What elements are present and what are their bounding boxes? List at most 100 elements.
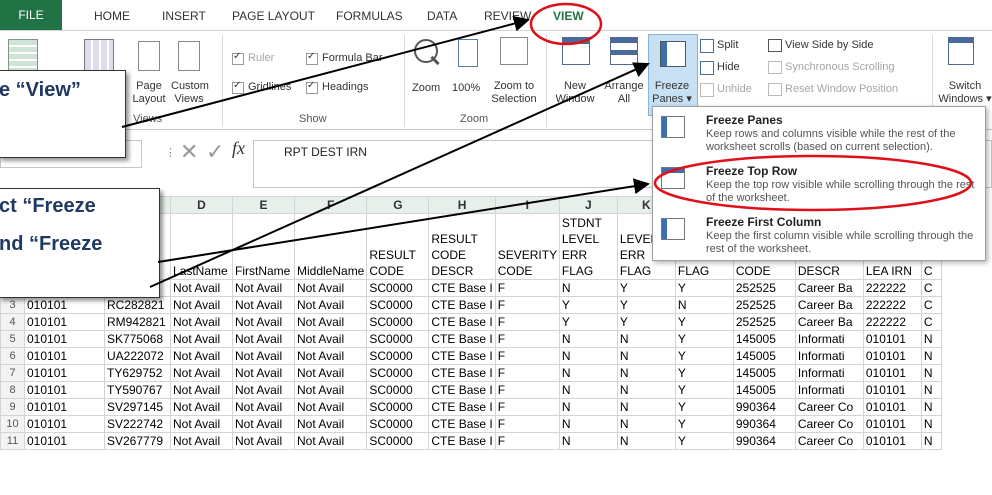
table-cell[interactable]: N — [558, 398, 618, 416]
table-cell[interactable]: Career Ba — [794, 313, 864, 331]
table-cell[interactable]: N — [558, 381, 618, 399]
table-cell[interactable]: SC0000 — [366, 330, 430, 348]
table-cell[interactable]: Y — [674, 415, 734, 433]
hide-button[interactable]: Hide — [717, 61, 740, 74]
table-cell[interactable]: 252525 — [732, 296, 796, 314]
reset-window-position-button[interactable]: Reset Window Position — [785, 83, 898, 96]
menu-item-freeze-top-row[interactable]: Freeze Top Row Keep the top row visible … — [653, 161, 985, 209]
table-cell[interactable]: 145005 — [732, 330, 796, 348]
column-header[interactable]: G — [366, 196, 430, 214]
view-side-by-side-button[interactable]: View Side by Side — [785, 39, 873, 52]
table-cell[interactable]: N — [616, 432, 676, 450]
table-cell[interactable]: Not Avail — [293, 313, 368, 331]
table-cell[interactable]: C — [920, 296, 942, 314]
table-cell[interactable]: Y — [674, 364, 734, 382]
table-cell[interactable]: CTE Base I — [428, 347, 496, 365]
table-cell[interactable]: Not Avail — [293, 398, 368, 416]
table-cell[interactable]: CTE Base I — [428, 313, 496, 331]
table-cell[interactable]: TY590767 — [104, 381, 171, 399]
table-cell[interactable]: RC282821 — [104, 296, 171, 314]
menu-item-freeze-panes[interactable]: Freeze Panes Keep rows and columns visib… — [653, 110, 985, 158]
tab-view[interactable]: VIEW — [553, 9, 584, 23]
column-header[interactable]: E — [232, 196, 295, 214]
switch-windows-icon[interactable] — [948, 37, 974, 65]
page-layout-label[interactable]: Page Layout — [132, 80, 166, 106]
table-cell[interactable]: N — [558, 432, 618, 450]
table-cell[interactable]: N — [616, 347, 676, 365]
column-header[interactable]: F — [293, 196, 368, 214]
row-header[interactable]: 9 — [0, 398, 25, 416]
table-cell[interactable]: F — [494, 296, 560, 314]
table-cell[interactable]: Not Avail — [232, 432, 295, 450]
table-cell[interactable]: N — [616, 330, 676, 348]
table-cell[interactable]: RM942821 — [104, 313, 171, 331]
table-cell[interactable]: Y — [674, 398, 734, 416]
split-button[interactable]: Split — [717, 39, 738, 52]
header-cell[interactable]: LastName — [170, 213, 233, 280]
table-cell[interactable]: 222222 — [862, 296, 922, 314]
table-cell[interactable]: Informati — [794, 347, 864, 365]
table-cell[interactable]: Not Avail — [293, 415, 368, 433]
table-cell[interactable]: 222222 — [862, 279, 922, 297]
table-cell[interactable]: SC0000 — [366, 279, 430, 297]
table-cell[interactable]: 145005 — [732, 364, 796, 382]
zoom-to-selection-icon[interactable] — [500, 37, 528, 65]
table-cell[interactable]: Not Avail — [293, 330, 368, 348]
table-cell[interactable]: Y — [616, 296, 676, 314]
table-cell[interactable]: Informati — [794, 364, 864, 382]
header-cell[interactable]: MiddleName — [293, 213, 368, 280]
table-cell[interactable]: Y — [674, 381, 734, 399]
tab-page-layout[interactable]: PAGE LAYOUT — [232, 9, 315, 23]
table-cell[interactable]: Not Avail — [170, 398, 233, 416]
table-cell[interactable]: Not Avail — [170, 364, 233, 382]
table-cell[interactable]: 145005 — [732, 381, 796, 399]
table-cell[interactable]: 010101 — [862, 381, 922, 399]
arrange-all-button[interactable]: Arrange All — [602, 80, 646, 106]
tab-file[interactable]: FILE — [0, 0, 62, 30]
table-cell[interactable]: Y — [674, 313, 734, 331]
table-cell[interactable]: CTE Base I — [428, 364, 496, 382]
table-cell[interactable]: Not Avail — [232, 296, 295, 314]
custom-views-label[interactable]: Custom Views — [171, 80, 209, 106]
table-cell[interactable]: Not Avail — [293, 296, 368, 314]
row-header[interactable]: 6 — [0, 347, 25, 365]
table-cell[interactable]: N — [920, 381, 942, 399]
table-cell[interactable]: SC0000 — [366, 381, 430, 399]
column-header[interactable]: J — [558, 196, 618, 214]
table-cell[interactable]: N — [558, 364, 618, 382]
table-cell[interactable]: F — [494, 381, 560, 399]
table-cell[interactable]: N — [920, 364, 942, 382]
table-cell[interactable]: Not Avail — [170, 296, 233, 314]
cancel-icon[interactable]: ✕ — [180, 139, 198, 165]
table-cell[interactable]: Career Co — [794, 432, 864, 450]
table-cell[interactable]: SC0000 — [366, 296, 430, 314]
unhide-button[interactable]: Unhide — [717, 83, 752, 96]
synchronous-scrolling-button[interactable]: Synchronous Scrolling — [785, 61, 894, 74]
table-cell[interactable]: Not Avail — [293, 279, 368, 297]
table-cell[interactable]: N — [616, 381, 676, 399]
fx-icon[interactable]: fx — [232, 138, 245, 159]
tab-data[interactable]: DATA — [427, 9, 457, 23]
table-cell[interactable]: CTE Base I — [428, 296, 496, 314]
table-cell[interactable]: Y — [616, 313, 676, 331]
table-cell[interactable]: Not Avail — [170, 313, 233, 331]
row-header[interactable]: 5 — [0, 330, 25, 348]
header-cell[interactable]: RESULT CODE — [366, 213, 430, 280]
table-cell[interactable]: 010101 — [862, 432, 922, 450]
header-cell[interactable]: RESULT CODE DESCR — [428, 213, 496, 280]
arrange-all-icon[interactable] — [610, 37, 638, 65]
table-cell[interactable]: 222222 — [862, 313, 922, 331]
column-header[interactable]: D — [170, 196, 233, 214]
table-cell[interactable]: Not Avail — [232, 381, 295, 399]
zoom-100-button[interactable]: 100% — [452, 82, 480, 95]
switch-windows-button[interactable]: Switch Windows ▾ — [938, 80, 992, 106]
tab-home[interactable]: HOME — [94, 9, 130, 23]
table-cell[interactable]: N — [616, 398, 676, 416]
page-layout-icon[interactable] — [138, 41, 160, 71]
table-cell[interactable]: N — [920, 330, 942, 348]
table-cell[interactable]: 010101 — [24, 347, 105, 365]
tab-review[interactable]: REVIEW — [484, 9, 531, 23]
table-cell[interactable]: N — [616, 415, 676, 433]
table-cell[interactable]: N — [558, 415, 618, 433]
custom-views-icon[interactable] — [178, 41, 200, 71]
